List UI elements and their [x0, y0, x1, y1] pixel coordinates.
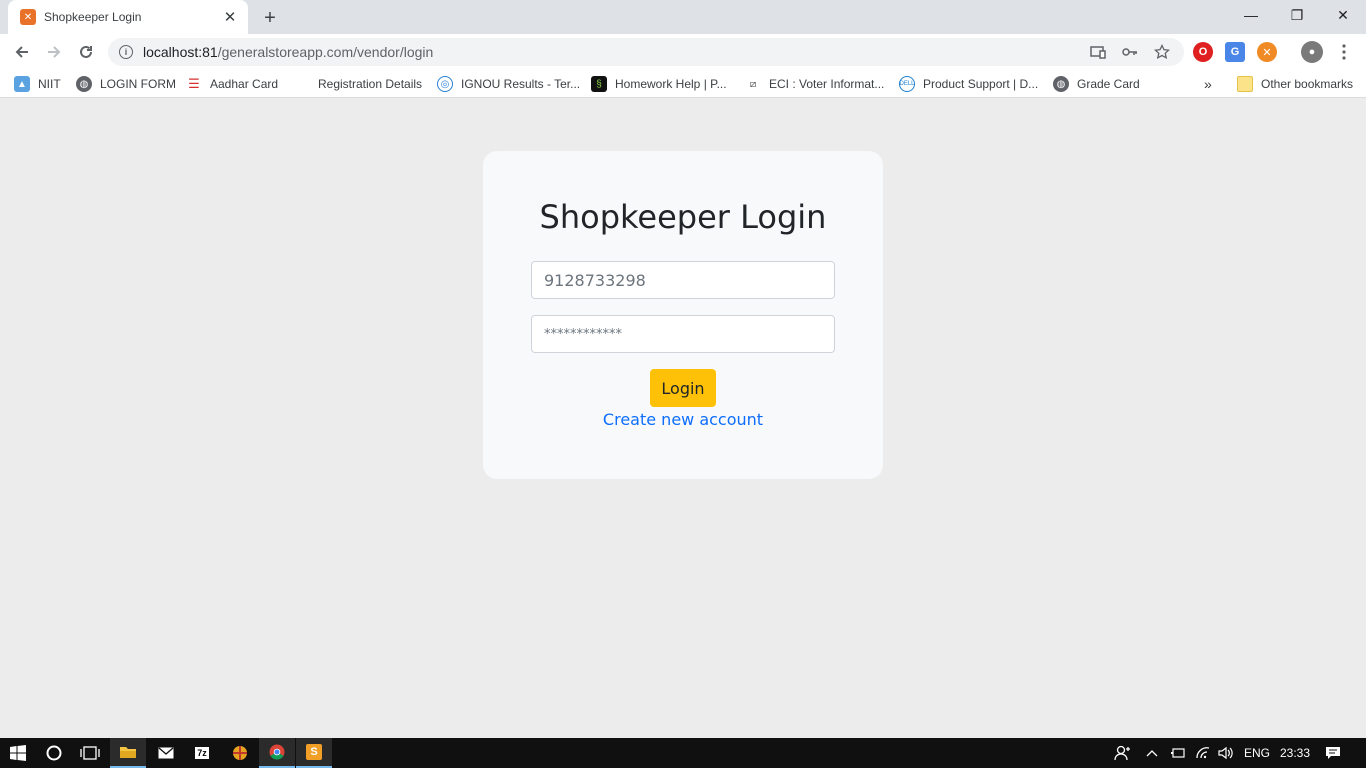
minimize-button[interactable]: — — [1228, 0, 1274, 30]
close-window-button[interactable]: ✕ — [1320, 0, 1366, 30]
bookmark-eci[interactable]: ⧄ ECI : Voter Informat... — [745, 75, 884, 93]
bookmark-registration[interactable]: Registration Details — [294, 75, 422, 93]
app-compass-icon[interactable] — [222, 738, 258, 768]
bookmark-product-support[interactable]: DELL Product Support | D... — [899, 75, 1038, 93]
opera-extension-icon[interactable]: O — [1193, 42, 1213, 62]
chrome-icon[interactable] — [259, 738, 295, 768]
bookmark-star-icon[interactable] — [1152, 42, 1172, 62]
sublime-text-icon[interactable]: S — [296, 738, 332, 768]
search-circle-icon[interactable] — [36, 738, 72, 768]
bookmark-label: Product Support | D... — [923, 77, 1039, 91]
bookmarks-overflow-button[interactable]: » — [1204, 75, 1212, 93]
notifications-icon[interactable] — [1325, 738, 1341, 768]
create-account-link[interactable]: Create new account — [0, 410, 1366, 429]
people-icon[interactable] — [1114, 738, 1132, 768]
back-button[interactable] — [8, 38, 36, 66]
homework-icon: § — [591, 76, 607, 92]
bookmark-label: Grade Card — [1077, 77, 1140, 91]
bookmark-aadhar[interactable]: ☰ Aadhar Card — [186, 75, 278, 93]
key-icon[interactable] — [1120, 42, 1140, 62]
phone-input[interactable] — [531, 261, 835, 299]
close-tab-icon[interactable]: ✕ — [222, 9, 238, 26]
bookmark-homework[interactable]: § Homework Help | P... — [591, 75, 727, 93]
dell-icon: DELL — [899, 76, 915, 92]
reload-button[interactable] — [72, 38, 100, 66]
bookmark-label: Homework Help | P... — [615, 77, 727, 91]
bookmark-label: Registration Details — [318, 77, 423, 91]
tab-shopkeeper-login[interactable]: ✕ Shopkeeper Login ✕ — [8, 0, 248, 34]
file-explorer-icon[interactable] — [110, 738, 146, 768]
site-info-icon[interactable]: i — [119, 45, 133, 59]
ignou-icon: ◎ — [437, 76, 453, 92]
bookmark-label: LOGIN FORM — [100, 77, 177, 91]
tab-strip: ✕ Shopkeeper Login ✕ + — ❐ ✕ — [0, 0, 1366, 34]
task-view-icon[interactable] — [72, 738, 108, 768]
new-tab-button[interactable]: + — [258, 6, 282, 30]
menu-kebab-icon[interactable] — [1330, 38, 1358, 66]
url-path: /generalstoreapp.com/vendor/login — [217, 44, 434, 60]
eci-icon: ⧄ — [745, 76, 761, 92]
forward-button[interactable] — [40, 38, 68, 66]
reload-icon — [80, 45, 92, 58]
language-indicator[interactable]: ENG — [1244, 738, 1270, 768]
niit-icon: ▲ — [14, 76, 30, 92]
folder-icon — [1237, 76, 1253, 92]
bookmark-ignou[interactable]: ◎ IGNOU Results - Ter... — [437, 75, 580, 93]
bookmark-label: Aadhar Card — [210, 77, 279, 91]
profile-avatar-icon[interactable]: ● — [1301, 41, 1323, 63]
bookmark-grade-card[interactable]: ◍ Grade Card — [1053, 75, 1140, 93]
forward-arrow-icon — [48, 46, 61, 58]
bookmark-niit[interactable]: ▲ NIIT — [14, 75, 61, 93]
mail-icon[interactable] — [148, 738, 184, 768]
bookmark-label: IGNOU Results - Ter... — [461, 77, 581, 91]
7zip-icon[interactable]: 7z — [184, 738, 220, 768]
cast-icon[interactable] — [1088, 42, 1108, 62]
url-host: localhost:81 — [143, 44, 218, 60]
url-text[interactable]: localhost:81/generalstoreapp.com/vendor/… — [143, 44, 433, 60]
tab-title: Shopkeeper Login — [44, 10, 142, 24]
wifi-icon[interactable] — [1195, 738, 1211, 768]
login-button[interactable]: Login — [650, 369, 716, 407]
globe-icon: ◍ — [76, 76, 92, 92]
password-input[interactable] — [531, 315, 835, 353]
volume-icon[interactable] — [1218, 738, 1234, 768]
address-bar[interactable]: i localhost:81/generalstoreapp.com/vendo… — [108, 38, 1184, 66]
back-arrow-icon — [15, 46, 28, 58]
bookmark-label: Other bookmarks — [1261, 77, 1354, 91]
battery-icon[interactable] — [1170, 738, 1186, 768]
fingerprint-icon: ☰ — [186, 76, 202, 92]
tray-chevron-up-icon[interactable] — [1146, 738, 1158, 768]
start-windows-icon[interactable] — [0, 738, 36, 768]
globe-icon: ◍ — [1053, 76, 1069, 92]
clock[interactable]: 23:33 — [1280, 738, 1310, 768]
blank-icon — [294, 76, 310, 92]
windows-taskbar: 7z S ENG 23:33 — [0, 738, 1366, 768]
browser-toolbar: i localhost:81/generalstoreapp.com/vendo… — [0, 34, 1366, 70]
bookmark-label: ECI : Voter Informat... — [769, 77, 885, 91]
page-title: Shopkeeper Login — [539, 198, 827, 236]
maximize-button[interactable]: ❐ — [1274, 0, 1320, 30]
xampp-favicon-icon: ✕ — [20, 9, 36, 25]
bookmark-label: NIIT — [38, 77, 61, 91]
translate-extension-icon[interactable]: G — [1225, 42, 1245, 62]
bookmark-login-form[interactable]: ◍ LOGIN FORM — [76, 75, 176, 93]
xampp-extension-icon[interactable]: ✕ — [1257, 42, 1277, 62]
bookmark-other[interactable]: Other bookmarks — [1237, 75, 1353, 93]
bookmarks-bar: ▲ NIIT ◍ LOGIN FORM ☰ Aadhar Card Regist… — [0, 70, 1366, 98]
